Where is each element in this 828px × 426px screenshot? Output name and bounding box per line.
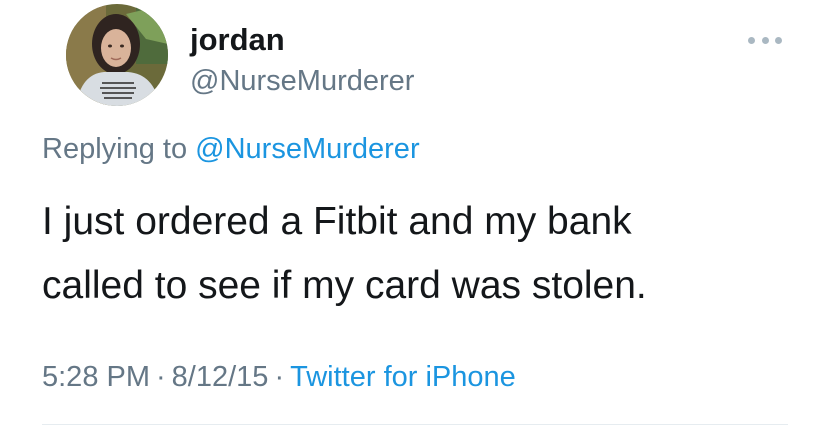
tweet-text-line: called to see if my card was stolen.: [42, 264, 647, 307]
tweet-time[interactable]: 5:28 PM: [42, 361, 150, 393]
more-horizontal-icon[interactable]: [748, 32, 782, 48]
author-handle[interactable]: @NurseMurderer: [190, 64, 414, 98]
tweet-text-line: I just ordered a Fitbit and my bank: [42, 200, 632, 243]
meta-separator: ·: [274, 361, 285, 393]
dot: [761, 36, 769, 44]
reply-mention-link[interactable]: @NurseMurderer: [195, 133, 419, 165]
tweet-meta: 5:28 PM · 8/12/15 · Twitter for iPhone: [42, 360, 516, 394]
tweet-card: jordan @NurseMurderer Replying to @Nurse…: [0, 0, 828, 426]
divider: [42, 424, 788, 425]
dot: [775, 36, 782, 44]
dot: [748, 36, 755, 44]
author-display-name[interactable]: jordan: [190, 22, 285, 58]
avatar[interactable]: [66, 4, 168, 106]
replying-prefix: Replying to: [42, 133, 188, 165]
tweet-source-link[interactable]: Twitter for iPhone: [290, 361, 516, 393]
profile-photo: [66, 4, 168, 106]
tweet-date[interactable]: 8/12/15: [172, 361, 269, 393]
meta-separator: ·: [156, 361, 166, 393]
tweet-text: I just ordered a Fitbit and my bank call…: [42, 190, 802, 318]
replying-to: Replying to @NurseMurderer: [42, 132, 420, 166]
